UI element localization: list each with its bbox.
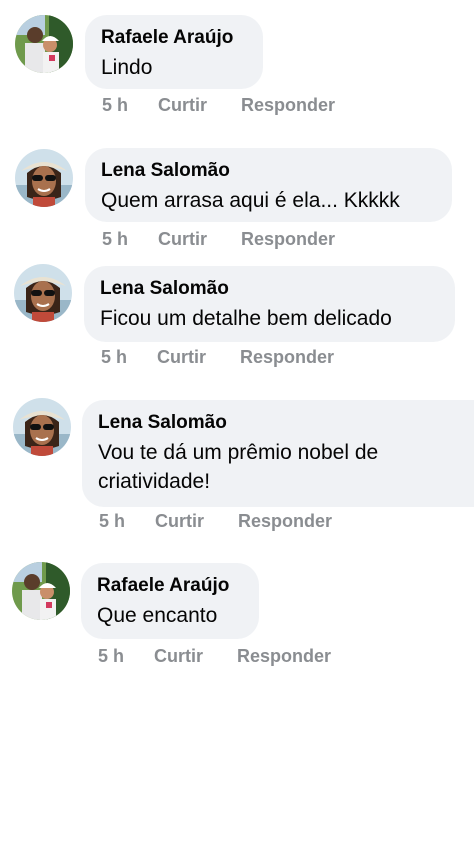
reply-button[interactable]: Responder (241, 228, 335, 250)
comment-author[interactable]: Lena Salomão (100, 277, 439, 301)
comment-time[interactable]: 5 h (101, 346, 157, 368)
comment-bubble[interactable]: Lena Salomão Quem arrasa aqui é ela... K… (85, 148, 452, 222)
comment-text: Lindo (101, 56, 153, 79)
like-button[interactable]: Curtir (158, 94, 241, 116)
like-button[interactable]: Curtir (155, 510, 238, 532)
comment-text: Vou te dá um prêmio nobel de criatividad… (98, 441, 379, 493)
avatar[interactable] (15, 15, 73, 73)
comment-actions: 5 h Curtir Responder (99, 510, 332, 532)
avatar[interactable] (15, 149, 73, 207)
avatar[interactable] (13, 398, 71, 456)
comment-time[interactable]: 5 h (102, 228, 158, 250)
comment-time[interactable]: 5 h (98, 645, 154, 667)
reply-button[interactable]: Responder (237, 645, 331, 667)
comment-text: Quem arrasa aqui é ela... Kkkkk (101, 189, 400, 212)
comment-actions: 5 h Curtir Responder (98, 645, 331, 667)
comment-author[interactable]: Lena Salomão (101, 159, 436, 183)
comment-actions: 5 h Curtir Responder (102, 228, 335, 250)
like-button[interactable]: Curtir (154, 645, 237, 667)
comment-bubble[interactable]: Lena Salomão Vou te dá um prêmio nobel d… (82, 400, 474, 507)
reply-button[interactable]: Responder (240, 346, 334, 368)
woman-sunglasses-photo-icon (15, 149, 73, 207)
comment-author[interactable]: Lena Salomão (98, 411, 458, 435)
couple-photo-icon (12, 562, 70, 620)
comment-author[interactable]: Rafaele Araújo (101, 26, 247, 50)
couple-photo-icon (15, 15, 73, 73)
comment-author[interactable]: Rafaele Araújo (97, 574, 243, 598)
like-button[interactable]: Curtir (158, 228, 241, 250)
comment-text: Ficou um detalhe bem delicado (100, 307, 392, 330)
comment-actions: 5 h Curtir Responder (101, 346, 334, 368)
woman-sunglasses-photo-icon (13, 398, 71, 456)
avatar[interactable] (14, 264, 72, 322)
like-button[interactable]: Curtir (157, 346, 240, 368)
woman-sunglasses-photo-icon (14, 264, 72, 322)
reply-button[interactable]: Responder (241, 94, 335, 116)
comment-bubble[interactable]: Rafaele Araújo Lindo (85, 15, 263, 89)
comment-time[interactable]: 5 h (102, 94, 158, 116)
comment-bubble[interactable]: Lena Salomão Ficou um detalhe bem delica… (84, 266, 455, 342)
comment-actions: 5 h Curtir Responder (102, 94, 335, 116)
comment-text: Que encanto (97, 604, 218, 627)
reply-button[interactable]: Responder (238, 510, 332, 532)
comment-bubble[interactable]: Rafaele Araújo Que encanto (81, 563, 259, 639)
comment-time[interactable]: 5 h (99, 510, 155, 532)
avatar[interactable] (12, 562, 70, 620)
